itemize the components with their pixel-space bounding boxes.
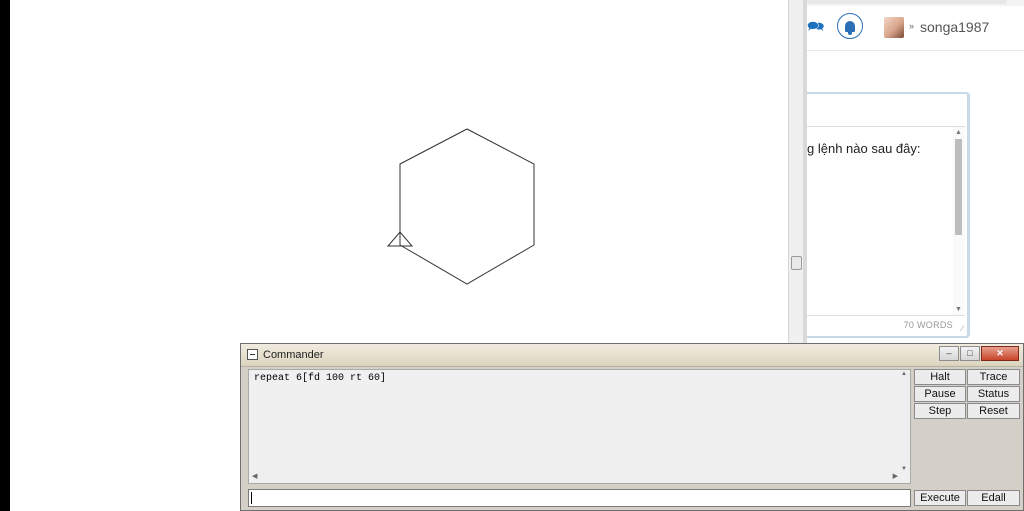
scroll-down-arrow-icon[interactable]: ▼ [901, 466, 907, 472]
header-divider [807, 50, 1024, 51]
close-button[interactable]: ✕ [981, 346, 1019, 361]
editor-scrollbar[interactable]: ▲ ▼ [953, 127, 965, 315]
command-history[interactable]: repeat 6[fd 100 rt 60] ▲ ▼ ◀ ▶ [248, 369, 911, 484]
chat-icon[interactable]: 🗪 [807, 18, 824, 34]
history-vertical-scrollbar[interactable]: ▲ ▼ [899, 370, 910, 473]
chevron-down-icon[interactable]: » [909, 21, 914, 31]
scroll-up-arrow-icon[interactable]: ▲ [955, 129, 962, 136]
scroll-left-arrow-icon[interactable]: ◀ [252, 472, 257, 480]
status-button[interactable]: Status [967, 386, 1020, 402]
editor-footer: 70 WORDS ∕ [807, 315, 965, 337]
edall-button[interactable]: Edall [967, 490, 1020, 506]
browser-top-strip [807, 0, 1024, 6]
resize-grip-icon[interactable]: ∕ [962, 324, 963, 333]
pause-button[interactable]: Pause [914, 386, 966, 402]
avatar[interactable] [884, 17, 904, 38]
username[interactable]: songa1987 [920, 19, 989, 35]
commander-window: Commander – □ ✕ repeat 6[fd 100 rt 60] ▲… [240, 343, 1024, 511]
hexagon-shape [399, 128, 535, 285]
browser-panel: 🗪 » songa1987 g lệnh nào sau đây: ▲ ▼ 70… [807, 0, 1024, 350]
editor-scroll-thumb[interactable] [955, 139, 962, 235]
reset-button[interactable]: Reset [967, 403, 1020, 419]
commander-titlebar[interactable]: Commander – □ ✕ [241, 344, 1023, 367]
window-controls: – □ ✕ [938, 346, 1019, 362]
window-left-edge [0, 0, 10, 511]
halt-button[interactable]: Halt [914, 369, 966, 385]
commander-window-icon [247, 349, 258, 360]
scroll-down-arrow-icon[interactable]: ▼ [955, 306, 962, 313]
trace-button[interactable]: Trace [967, 369, 1020, 385]
canvas-vertical-scrollbar[interactable] [788, 0, 804, 350]
scrollbar-thumb[interactable] [791, 256, 802, 270]
minimize-button[interactable]: – [939, 346, 959, 361]
scroll-up-arrow-icon[interactable]: ▲ [901, 371, 907, 377]
text-editor[interactable]: g lệnh nào sau đây: ▲ ▼ 70 WORDS ∕ [807, 92, 970, 338]
maximize-button[interactable]: □ [960, 346, 980, 361]
history-horizontal-scrollbar[interactable]: ◀ ▶ [249, 472, 901, 483]
step-button[interactable]: Step [914, 403, 966, 419]
word-count: 70 WORDS [903, 320, 953, 330]
text-caret [251, 492, 252, 504]
editor-content[interactable]: g lệnh nào sau đây: [807, 127, 953, 317]
history-text: repeat 6[fd 100 rt 60] [254, 373, 387, 384]
execute-button[interactable]: Execute [914, 490, 966, 506]
notification-bell-icon[interactable] [837, 13, 863, 39]
scroll-right-arrow-icon[interactable]: ▶ [893, 472, 898, 480]
question-text: g lệnh nào sau đây: [807, 141, 921, 156]
commander-title: Commander [263, 349, 324, 361]
editor-toolbar [807, 94, 965, 127]
command-input[interactable] [248, 489, 911, 507]
